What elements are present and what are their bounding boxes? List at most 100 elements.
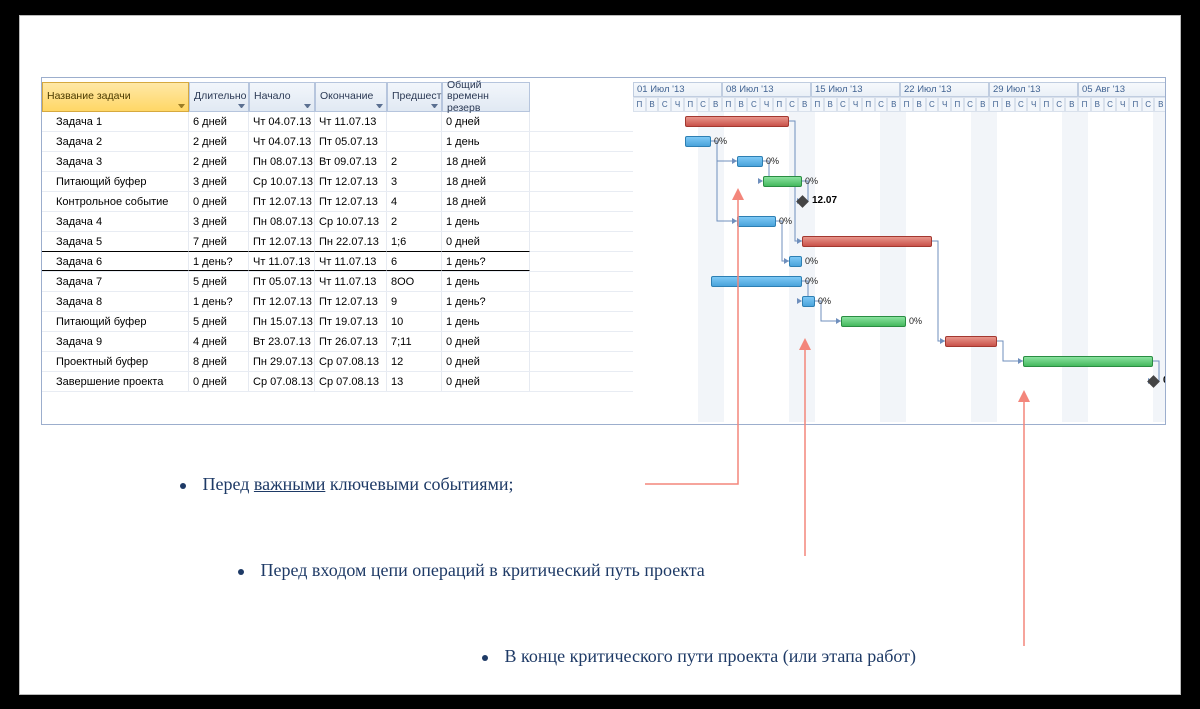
cell-slack[interactable]: 0 дней [442, 352, 530, 371]
gantt-bar[interactable] [685, 116, 789, 127]
table-row[interactable]: Задача 22 днейЧт 04.07.13Пт 05.07.13 1 де… [42, 132, 633, 152]
cell-slack[interactable]: 0 дней [442, 332, 530, 351]
cell-start[interactable]: Пт 12.07.13 [249, 292, 315, 311]
col-duration[interactable]: Длительно [189, 82, 249, 112]
gantt-bar[interactable] [711, 276, 802, 287]
dropdown-icon[interactable] [431, 104, 438, 108]
dropdown-icon[interactable] [238, 104, 245, 108]
cell-start[interactable]: Пт 05.07.13 [249, 272, 315, 291]
cell-name[interactable]: Проектный буфер [42, 352, 189, 371]
cell-dur[interactable]: 3 дней [189, 212, 249, 231]
dropdown-icon[interactable] [376, 104, 383, 108]
dropdown-icon[interactable] [178, 104, 185, 108]
gantt-bar[interactable] [685, 136, 711, 147]
cell-dur[interactable]: 2 дней [189, 132, 249, 151]
cell-pred[interactable] [387, 112, 442, 131]
cell-end[interactable]: Пт 12.07.13 [315, 192, 387, 211]
cell-dur[interactable]: 6 дней [189, 112, 249, 131]
table-row[interactable]: Задача 75 днейПт 05.07.13Чт 11.07.138ОО1… [42, 272, 633, 292]
cell-pred[interactable]: 9 [387, 292, 442, 311]
cell-pred[interactable]: 7;11 [387, 332, 442, 351]
cell-end[interactable]: Пн 22.07.13 [315, 232, 387, 251]
cell-dur[interactable]: 4 дней [189, 332, 249, 351]
cell-end[interactable]: Пт 05.07.13 [315, 132, 387, 151]
cell-start[interactable]: Чт 04.07.13 [249, 112, 315, 131]
cell-dur[interactable]: 3 дней [189, 172, 249, 191]
cell-pred[interactable] [387, 132, 442, 151]
cell-name[interactable]: Задача 1 [42, 112, 189, 131]
cell-pred[interactable]: 4 [387, 192, 442, 211]
cell-slack[interactable]: 0 дней [442, 112, 530, 131]
table-row[interactable]: Задача 16 днейЧт 04.07.13Чт 11.07.13 0 дн… [42, 112, 633, 132]
cell-slack[interactable]: 1 день [442, 132, 530, 151]
gantt-chart-area[interactable]: 0%0%0%12.070%0%0%0%0%07.08 [633, 112, 1166, 422]
cell-pred[interactable]: 10 [387, 312, 442, 331]
table-row[interactable]: Завершение проекта0 днейСр 07.08.13Ср 07… [42, 372, 633, 392]
cell-end[interactable]: Пт 12.07.13 [315, 292, 387, 311]
table-row[interactable]: Задача 61 день?Чт 11.07.13Чт 11.07.1361 … [42, 252, 633, 272]
cell-name[interactable]: Задача 6 [42, 251, 189, 271]
cell-slack[interactable]: 1 день [442, 272, 530, 291]
cell-start[interactable]: Пн 15.07.13 [249, 312, 315, 331]
gantt-bar[interactable] [802, 296, 815, 307]
cell-start[interactable]: Вт 23.07.13 [249, 332, 315, 351]
cell-end[interactable]: Чт 11.07.13 [315, 251, 387, 271]
cell-pred[interactable]: 12 [387, 352, 442, 371]
cell-dur[interactable]: 1 день? [189, 292, 249, 311]
table-row[interactable]: Проектный буфер8 днейПн 29.07.13Ср 07.08… [42, 352, 633, 372]
cell-end[interactable]: Ср 07.08.13 [315, 372, 387, 391]
cell-dur[interactable]: 0 дней [189, 372, 249, 391]
cell-end[interactable]: Пт 26.07.13 [315, 332, 387, 351]
table-row[interactable]: Задача 94 днейВт 23.07.13Пт 26.07.137;11… [42, 332, 633, 352]
cell-name[interactable]: Задача 9 [42, 332, 189, 351]
col-start[interactable]: Начало [249, 82, 315, 112]
cell-end[interactable]: Ср 10.07.13 [315, 212, 387, 231]
cell-pred[interactable]: 6 [387, 251, 442, 271]
cell-end[interactable]: Чт 11.07.13 [315, 112, 387, 131]
cell-start[interactable]: Пт 12.07.13 [249, 232, 315, 251]
cell-name[interactable]: Задача 3 [42, 152, 189, 171]
cell-slack[interactable]: 18 дней [442, 172, 530, 191]
gantt-bar[interactable] [802, 236, 932, 247]
cell-dur[interactable]: 7 дней [189, 232, 249, 251]
cell-slack[interactable]: 1 день? [442, 292, 530, 311]
cell-slack[interactable]: 1 день [442, 312, 530, 331]
gantt-bar[interactable] [945, 336, 997, 347]
cell-name[interactable]: Питающий буфер [42, 312, 189, 331]
cell-dur[interactable]: 8 дней [189, 352, 249, 371]
cell-name[interactable]: Задача 2 [42, 132, 189, 151]
table-row[interactable]: Питающий буфер5 днейПн 15.07.13Пт 19.07.… [42, 312, 633, 332]
cell-end[interactable]: Пт 19.07.13 [315, 312, 387, 331]
cell-start[interactable]: Ср 10.07.13 [249, 172, 315, 191]
cell-start[interactable]: Пт 12.07.13 [249, 192, 315, 211]
cell-slack[interactable]: 1 день [442, 212, 530, 231]
cell-pred[interactable]: 1;6 [387, 232, 442, 251]
cell-slack[interactable]: 0 дней [442, 372, 530, 391]
col-predecessors[interactable]: Предшест [387, 82, 442, 112]
cell-name[interactable]: Завершение проекта [42, 372, 189, 391]
gantt-bar[interactable] [737, 156, 763, 167]
cell-end[interactable]: Чт 11.07.13 [315, 272, 387, 291]
cell-name[interactable]: Задача 7 [42, 272, 189, 291]
cell-dur[interactable]: 5 дней [189, 312, 249, 331]
cell-end[interactable]: Вт 09.07.13 [315, 152, 387, 171]
cell-pred[interactable]: 3 [387, 172, 442, 191]
table-row[interactable]: Задача 32 днейПн 08.07.13Вт 09.07.13218 … [42, 152, 633, 172]
cell-name[interactable]: Питающий буфер [42, 172, 189, 191]
dropdown-icon[interactable] [304, 104, 311, 108]
col-total-slack[interactable]: Общий временн резерв [442, 82, 530, 112]
cell-end[interactable]: Ср 07.08.13 [315, 352, 387, 371]
cell-pred[interactable]: 13 [387, 372, 442, 391]
gantt-bar[interactable] [841, 316, 906, 327]
cell-start[interactable]: Ср 07.08.13 [249, 372, 315, 391]
cell-dur[interactable]: 0 дней [189, 192, 249, 211]
cell-slack[interactable]: 18 дней [442, 192, 530, 211]
table-row[interactable]: Задача 81 день?Пт 12.07.13Пт 12.07.1391 … [42, 292, 633, 312]
cell-pred[interactable]: 2 [387, 152, 442, 171]
cell-start[interactable]: Чт 04.07.13 [249, 132, 315, 151]
cell-slack[interactable]: 0 дней [442, 232, 530, 251]
col-finish[interactable]: Окончание [315, 82, 387, 112]
gantt-bar[interactable] [737, 216, 776, 227]
table-row[interactable]: Задача 43 днейПн 08.07.13Ср 10.07.1321 д… [42, 212, 633, 232]
cell-start[interactable]: Пн 29.07.13 [249, 352, 315, 371]
